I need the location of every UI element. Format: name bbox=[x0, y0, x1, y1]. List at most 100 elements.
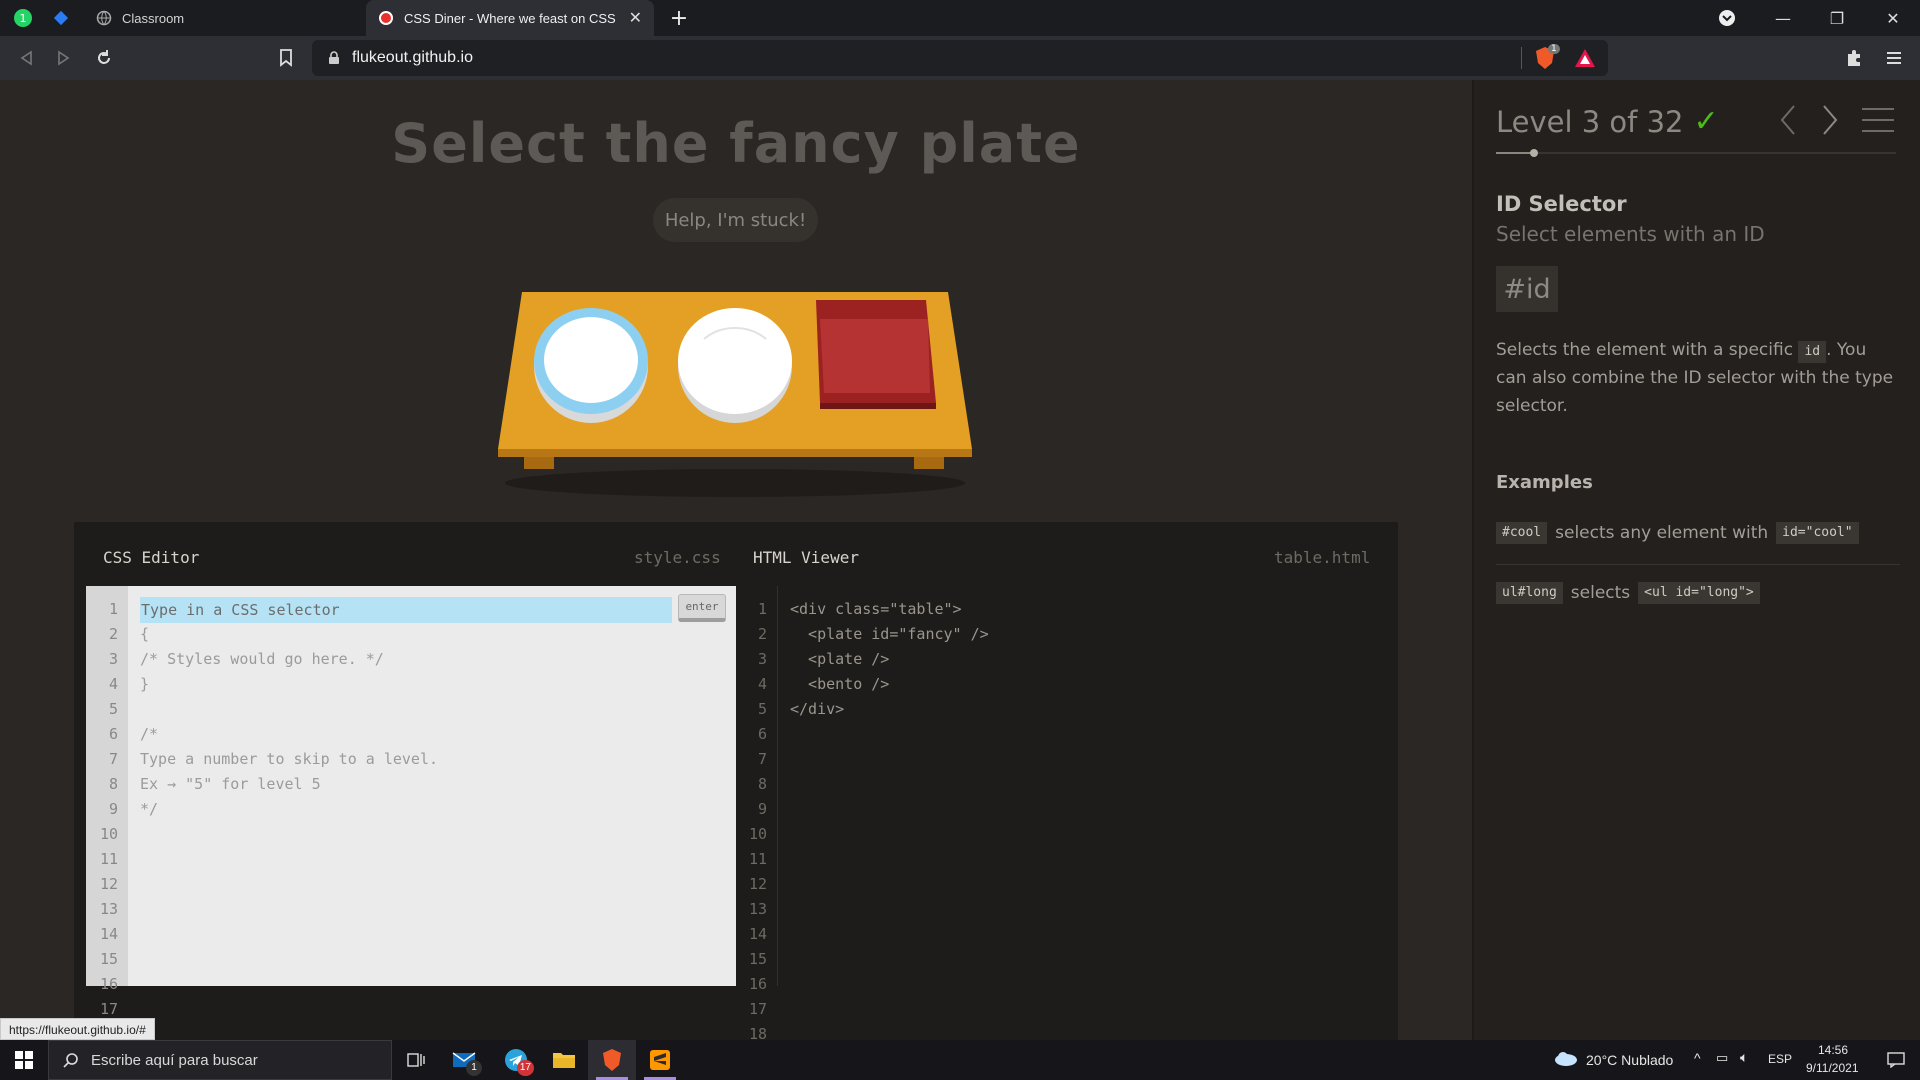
taskbar-mail[interactable]: 1 bbox=[440, 1040, 488, 1080]
line-number: 12 bbox=[99, 875, 118, 893]
line-number: 15 bbox=[748, 950, 767, 968]
css-selector-input[interactable] bbox=[140, 597, 672, 623]
line-number: 16 bbox=[748, 975, 767, 993]
previous-level-button[interactable] bbox=[1770, 100, 1806, 140]
diamond-icon bbox=[53, 10, 69, 26]
code-line: /* Styles would go here. */ bbox=[140, 650, 384, 668]
line-number: 7 bbox=[757, 750, 767, 768]
example-divider bbox=[1496, 564, 1900, 565]
brave-shields-button[interactable]: 1 bbox=[1534, 44, 1560, 74]
taskbar-telegram[interactable]: 17 bbox=[492, 1040, 540, 1080]
code-line: Type a number to skip to a level. bbox=[140, 750, 439, 768]
pinned-tab-blue[interactable] bbox=[48, 6, 74, 30]
new-tab-button[interactable]: + bbox=[666, 5, 692, 31]
level-progress-marker bbox=[1529, 149, 1538, 157]
language-indicator[interactable]: ESP bbox=[1768, 1052, 1792, 1066]
line-number: 8 bbox=[108, 775, 118, 793]
close-tab-icon[interactable]: ✕ bbox=[629, 8, 642, 28]
globe-icon bbox=[96, 10, 112, 26]
battery-icon[interactable]: ▭ bbox=[1716, 1050, 1728, 1066]
tab-css-diner[interactable]: CSS Diner - Where we feast on CSS Select… bbox=[366, 0, 654, 36]
css-diner-favicon-icon bbox=[379, 11, 393, 25]
plate[interactable] bbox=[678, 308, 792, 414]
reload-icon bbox=[98, 50, 110, 64]
clock-time[interactable]: 14:56 bbox=[1818, 1043, 1848, 1057]
clock-date[interactable]: 9/11/2021 bbox=[1806, 1061, 1859, 1075]
level-sidebar: Level 3 of 32 ✓ ID Selector Select eleme… bbox=[1472, 80, 1920, 1040]
examples-title: Examples bbox=[1496, 472, 1593, 493]
reload-button[interactable] bbox=[88, 42, 120, 74]
html-viewer-filename: table.html bbox=[1274, 548, 1371, 567]
windows-taskbar: Escribe aquí para buscar 1 17 20°C Nubla… bbox=[0, 1040, 1920, 1080]
address-bar[interactable]: flukeout.github.io 1 bbox=[312, 40, 1608, 76]
line-number: 2 bbox=[757, 625, 767, 643]
extensions-button[interactable] bbox=[1838, 42, 1870, 74]
line-number: 5 bbox=[108, 700, 118, 718]
browser-menu-button[interactable] bbox=[1878, 42, 1910, 74]
close-window-button[interactable]: ✕ bbox=[1866, 0, 1920, 36]
level-instruction-title: Select the fancy plate bbox=[391, 112, 1081, 175]
forward-button[interactable] bbox=[48, 42, 80, 74]
css-editor-title: CSS Editor bbox=[103, 548, 200, 567]
selector-name: ID Selector bbox=[1496, 192, 1627, 216]
css-line-numbers: 1 2 3 4 5 6 7 8 9 10 11 12 13 14 15 16 17 bbox=[86, 586, 128, 1018]
chevron-left-icon bbox=[1780, 105, 1795, 135]
volume-icon[interactable]: 🔈︎ bbox=[1740, 1049, 1748, 1066]
html-line-fancy-plate[interactable]: <plate id="fancy" /> bbox=[790, 622, 989, 647]
browser-nav-bar: flukeout.github.io 1 bbox=[0, 36, 1920, 80]
code-line: { bbox=[140, 625, 150, 643]
minimize-button[interactable]: — bbox=[1756, 0, 1810, 36]
html-viewer: 1 2 3 4 5 6 7 8 9 10 11 12 13 14 15 16 17 18 <div class="… bbox=[742, 586, 1384, 1043]
html-code: <div class="table"> <plate id="fancy" />… bbox=[790, 597, 989, 722]
start-button[interactable] bbox=[0, 1040, 48, 1080]
example-text: selects bbox=[1570, 583, 1631, 603]
line-number: 11 bbox=[748, 850, 767, 868]
line-number: 4 bbox=[108, 675, 118, 693]
taskbar-brave[interactable] bbox=[588, 1040, 636, 1080]
close-icon: ✕ bbox=[1886, 8, 1900, 28]
example-code: <ul id="long"> bbox=[1638, 582, 1760, 604]
html-line-table[interactable]: <div class="table"> bbox=[790, 597, 989, 622]
selector-syntax: #id bbox=[1496, 266, 1558, 312]
brave-lion-icon bbox=[603, 1049, 621, 1071]
css-code: { /* Styles would go here. */ } /* Type … bbox=[140, 622, 438, 822]
code-line: Ex → "5" for level 5 bbox=[140, 775, 321, 793]
back-button[interactable] bbox=[10, 42, 42, 74]
next-level-button[interactable] bbox=[1812, 100, 1848, 140]
back-arrow-icon bbox=[20, 50, 32, 66]
line-number: 10 bbox=[99, 825, 118, 843]
level-indicator: Level 3 of 32 ✓ bbox=[1496, 104, 1719, 139]
enter-button[interactable]: enter bbox=[678, 594, 726, 622]
whatsapp-pinned-tab[interactable]: 1 bbox=[10, 6, 36, 30]
tab-classroom[interactable]: Classroom bbox=[84, 0, 354, 36]
task-view-button[interactable] bbox=[392, 1040, 440, 1080]
restore-button[interactable]: ❐ bbox=[1810, 0, 1864, 36]
line-number: 6 bbox=[757, 725, 767, 743]
tab-search-button[interactable] bbox=[1700, 0, 1754, 36]
line-number: 7 bbox=[108, 750, 118, 768]
url-divider bbox=[1521, 47, 1522, 69]
dining-table bbox=[490, 285, 980, 505]
weather-text[interactable]: 20°C Nublado bbox=[1586, 1052, 1673, 1068]
taskbar-file-explorer[interactable] bbox=[540, 1040, 588, 1080]
tray-expand-icon[interactable]: ^ bbox=[1694, 1050, 1701, 1066]
taskbar-search[interactable]: Escribe aquí para buscar bbox=[48, 1040, 392, 1080]
css-editor-filename: style.css bbox=[634, 548, 721, 567]
bookmark-button[interactable] bbox=[270, 42, 302, 74]
line-number: 14 bbox=[99, 925, 118, 943]
brave-rewards-button[interactable] bbox=[1574, 48, 1596, 72]
html-line-plate[interactable]: <plate /> bbox=[790, 647, 989, 672]
html-line-bento[interactable]: <bento /> bbox=[790, 672, 989, 697]
notifications-button[interactable] bbox=[1872, 1040, 1920, 1080]
help-button[interactable]: Help, I'm stuck! bbox=[653, 198, 818, 242]
line-number: 4 bbox=[757, 675, 767, 693]
html-line-close[interactable]: </div> bbox=[790, 697, 989, 722]
search-placeholder: Escribe aquí para buscar bbox=[91, 1051, 258, 1069]
taskbar-sublime[interactable] bbox=[636, 1040, 684, 1080]
plus-icon: + bbox=[669, 5, 689, 31]
level-menu-button[interactable] bbox=[1858, 100, 1898, 140]
sublime-icon bbox=[650, 1050, 670, 1070]
search-icon bbox=[63, 1053, 78, 1068]
folder-icon bbox=[553, 1053, 575, 1068]
telegram-badge: 17 bbox=[516, 1060, 534, 1076]
